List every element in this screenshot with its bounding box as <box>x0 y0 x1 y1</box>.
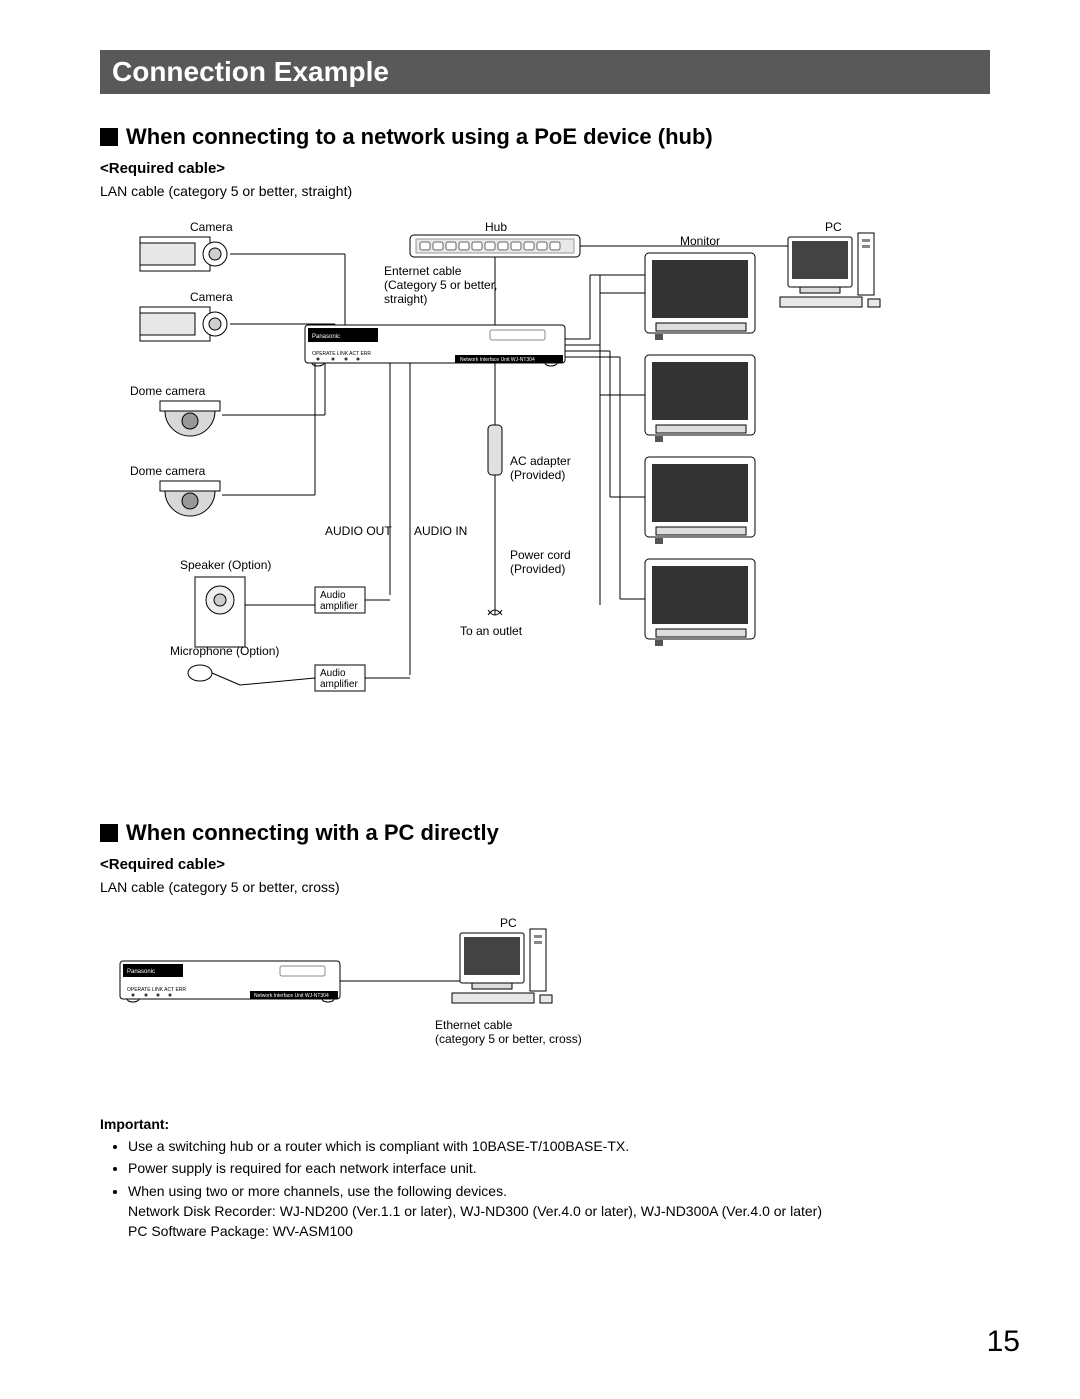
page-number: 15 <box>987 1325 1020 1359</box>
amp1-l1: Audio <box>320 590 346 601</box>
hub-label: Hub <box>485 220 507 234</box>
mic-label: Microphone (Option) <box>170 644 279 658</box>
diagram-direct: Panasonic Network Interface Unit WJ-NT30… <box>100 911 990 1076</box>
important-bullet: Use a switching hub or a router which is… <box>128 1136 990 1156</box>
niu-icon: Panasonic Network Interface Unit WJ-NT30… <box>305 325 565 366</box>
square-bullet-icon <box>100 128 118 146</box>
speaker-label: Speaker (Option) <box>180 558 271 572</box>
niu-brand: Panasonic <box>312 334 340 340</box>
important-bullet: When using two or more channels, use the… <box>128 1181 990 1242</box>
niu-text: Network Interface Unit WJ-NT304 <box>460 357 535 363</box>
amp2-l1: Audio <box>320 668 346 679</box>
niu2-brand: Panasonic <box>127 969 155 975</box>
ac-l2: (Provided) <box>510 468 565 482</box>
page-title-bar: Connection Example <box>100 50 990 94</box>
audio-in-label: AUDIO IN <box>414 524 467 538</box>
section2-body: LAN cable (category 5 or better, cross) <box>100 879 990 895</box>
ethcable-l2: (Category 5 or better, <box>384 278 497 292</box>
important-subline: Network Disk Recorder: WJ-ND200 (Ver.1.1… <box>128 1203 822 1219</box>
ac-l1: AC adapter <box>510 454 571 468</box>
camera2-label: Camera <box>190 290 233 304</box>
important-subline: PC Software Package: WV-ASM100 <box>128 1223 353 1239</box>
amp2-l2: amplifier <box>320 679 358 690</box>
eth2-l2: (category 5 or better, cross) <box>435 1032 582 1046</box>
important-block: Important: Use a switching hub or a rout… <box>100 1116 990 1241</box>
important-title: Important: <box>100 1116 990 1132</box>
dome-camera-icon: Dome camera <box>130 464 220 516</box>
important-bullet-text: When using two or more channels, use the… <box>128 1183 507 1199</box>
eth2-l1: Ethernet cable <box>435 1018 513 1032</box>
square-bullet-icon <box>100 824 118 842</box>
section2-sub-heading: <Required cable> <box>100 856 990 873</box>
ethcable-l3: straight) <box>384 292 427 306</box>
camera1-label: Camera <box>190 220 233 234</box>
monitor-icon <box>645 457 755 544</box>
monitor-icon <box>645 355 755 442</box>
section2-heading-text: When connecting with a PC directly <box>126 820 499 846</box>
diagram-poe: Camera Camera Dome camera D <box>100 215 990 750</box>
pc-icon <box>452 929 552 1003</box>
niu2-text: Network Interface Unit WJ-NT304 <box>254 993 329 999</box>
ethcable-l1: Enternet cable <box>384 264 462 278</box>
dome-camera-icon: Dome camera <box>130 384 220 436</box>
amp1-l2: amplifier <box>320 601 358 612</box>
section1-sub-heading: <Required cable> <box>100 160 990 177</box>
section2-heading: When connecting with a PC directly <box>100 820 990 846</box>
dome1-label: Dome camera <box>130 384 206 398</box>
section1-body: LAN cable (category 5 or better, straigh… <box>100 183 990 199</box>
section1-heading: When connecting to a network using a PoE… <box>100 124 990 150</box>
pc-l1: Power cord <box>510 548 571 562</box>
monitor-icon <box>645 253 755 340</box>
important-bullet: Power supply is required for each networ… <box>128 1158 990 1178</box>
niu-leds: OPERATE LINK ACT ERR <box>312 351 371 357</box>
pc-l2: (Provided) <box>510 562 565 576</box>
monitor-icon <box>645 559 755 646</box>
section1-heading-text: When connecting to a network using a PoE… <box>126 124 713 150</box>
camera-icon: Camera <box>140 290 233 341</box>
pc2-label: PC <box>500 916 517 930</box>
dome2-label: Dome camera <box>130 464 206 478</box>
pc-icon <box>780 233 880 307</box>
pc-label: PC <box>825 220 842 234</box>
outlet-label: To an outlet <box>460 624 523 638</box>
hub-ports-icon <box>416 239 574 253</box>
audio-out-label: AUDIO OUT <box>325 524 392 538</box>
camera-icon: Camera <box>140 220 233 271</box>
niu-icon: Panasonic Network Interface Unit WJ-NT30… <box>120 961 340 1002</box>
niu2-leds: OPERATE LINK ACT ERR <box>127 987 186 993</box>
